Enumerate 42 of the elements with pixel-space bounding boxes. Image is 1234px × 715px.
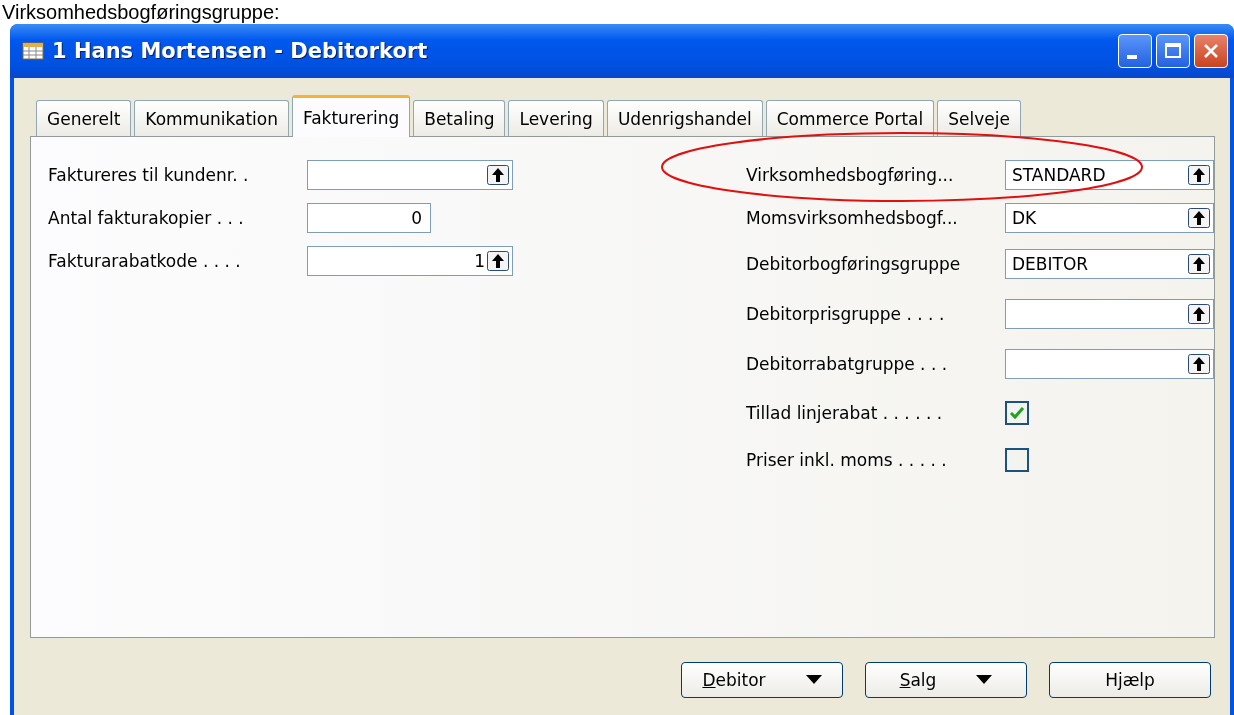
field-label: Momsvirksomhedsbogf... (746, 207, 959, 228)
tab[interactable]: Betaling (413, 100, 506, 136)
caret-icon (976, 675, 993, 685)
minimize-button[interactable] (1118, 34, 1152, 68)
input-field[interactable] (307, 159, 513, 190)
caption-text: Virksomhedsbogføringsgruppe: (2, 0, 281, 24)
field-label: Priser inkl. moms . . . . . (746, 449, 948, 470)
checkbox[interactable] (1005, 447, 1029, 472)
table-icon (22, 42, 44, 60)
push-button[interactable]: Debitor (681, 662, 843, 698)
field-label: Virksomhedsbogføring... (746, 164, 955, 185)
input-field[interactable]: DK (1005, 202, 1214, 233)
field-label: Faktureres til kundenr. . (48, 164, 250, 185)
tab[interactable]: Generelt (36, 100, 132, 136)
tab[interactable]: Levering (508, 100, 604, 136)
input-field[interactable]: STANDARD (1005, 159, 1214, 190)
maximize-button[interactable] (1156, 34, 1190, 68)
tab[interactable]: Fakturering (291, 95, 411, 137)
field-label: Debitorrabatgruppe . . . (746, 354, 949, 374)
minimize-icon (1127, 55, 1137, 59)
tab[interactable]: Udenrigshandel (606, 100, 763, 136)
field-label: Antal fakturakopier . . . (48, 207, 245, 228)
window-title: 1 Hans Mortensen - Debitorkort (52, 39, 429, 63)
tab[interactable]: Kommunikation (134, 100, 289, 136)
maximize-icon (1164, 42, 1182, 60)
field-label: Fakturarabatkode . . . . (48, 250, 242, 271)
push-button[interactable]: Hjælp (1049, 662, 1211, 698)
input-field[interactable] (1005, 299, 1214, 329)
input-field[interactable]: 0 (307, 202, 431, 233)
caret-icon (805, 675, 822, 685)
push-button[interactable]: Salg (865, 662, 1027, 698)
tab[interactable]: Commerce Portal (765, 100, 935, 136)
close-button[interactable] (1194, 34, 1228, 68)
field-label: Debitorprisgruppe . . . . (746, 304, 946, 324)
input-field[interactable]: 1 (307, 245, 513, 276)
tab[interactable]: Selveje (937, 100, 1021, 136)
close-icon (1202, 42, 1220, 60)
checkbox[interactable] (1005, 400, 1029, 425)
input-field[interactable]: DEBITOR (1005, 249, 1214, 279)
input-field[interactable] (1005, 349, 1214, 379)
field-label: Tillad linjerabat . . . . . . (746, 402, 944, 423)
field-label: Debitorbogføringsgruppe (746, 254, 962, 274)
